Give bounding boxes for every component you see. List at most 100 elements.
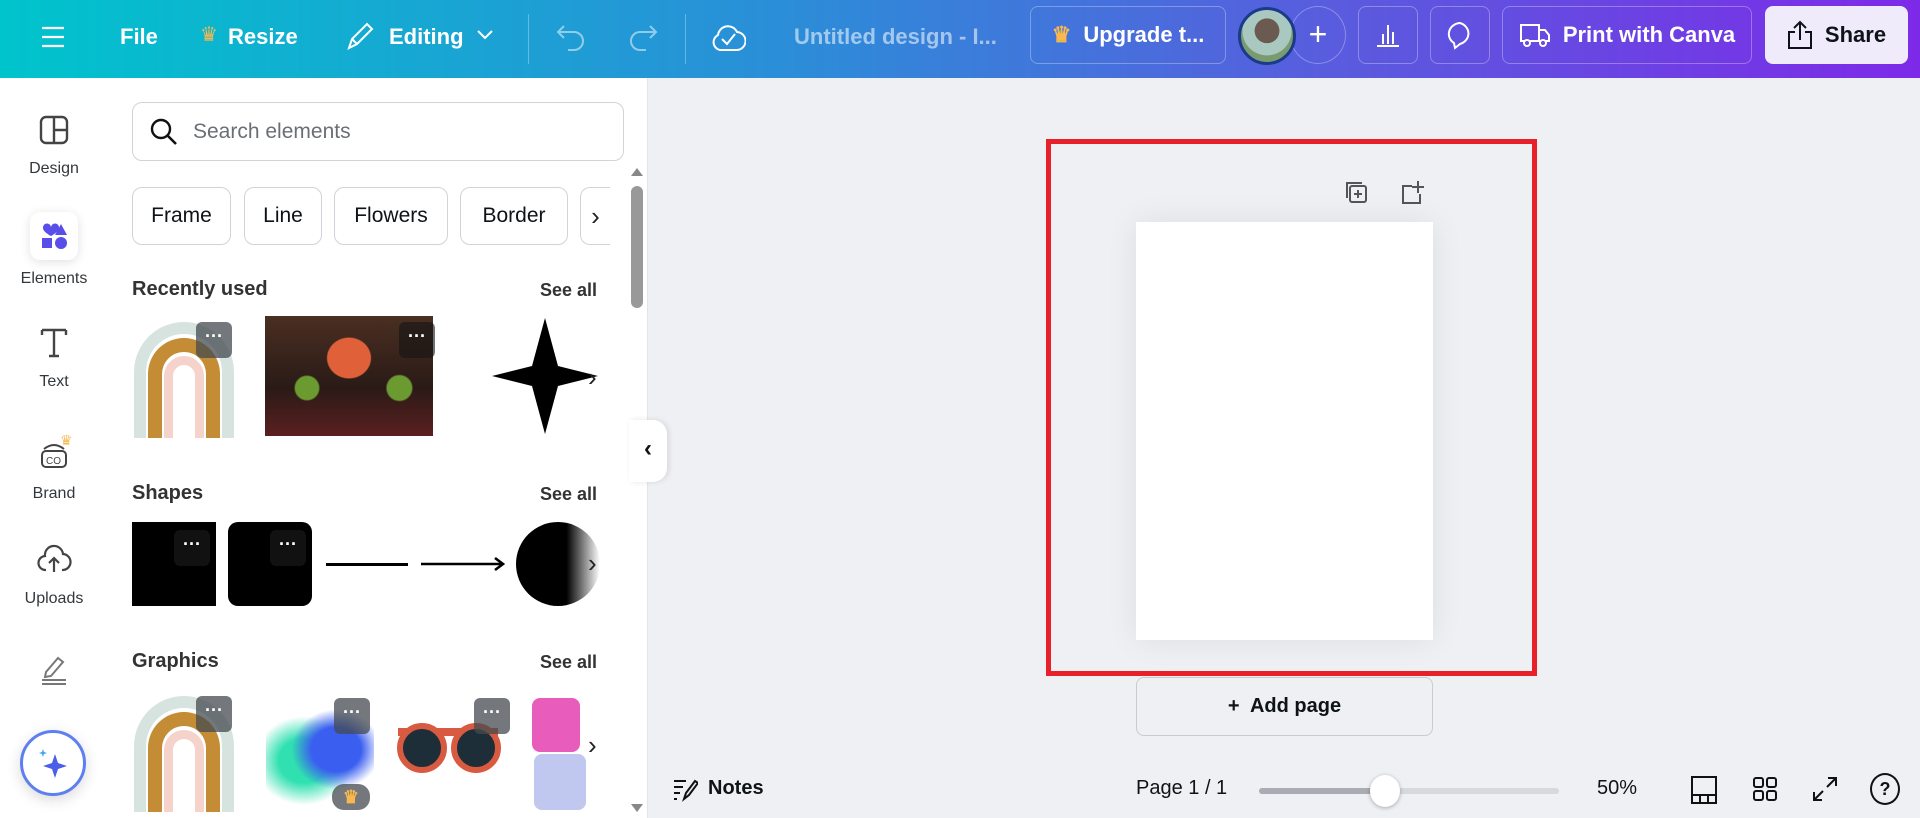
graphics-next-arrow[interactable]: › [588,730,597,761]
elements-panel: Search elements Frame Line Flowers Borde… [108,78,648,818]
fullscreen-icon[interactable] [1812,776,1838,802]
rainbow-graphic[interactable]: ··· [132,692,236,812]
comments-button[interactable] [1430,6,1490,64]
more-options-button[interactable]: ··· [270,530,306,566]
share-label: Share [1824,22,1887,47]
collapse-panel-button[interactable]: ‹ [629,420,667,482]
shapes-icon [30,212,78,260]
section-title: Recently used [132,278,268,300]
notes-button[interactable]: Notes [708,777,764,800]
see-all-link[interactable]: See all [540,484,597,505]
search-placeholder: Search elements [193,119,351,143]
zoom-slider-thumb[interactable] [1370,775,1400,807]
see-all-link[interactable]: See all [540,280,597,301]
design-page[interactable] [1136,222,1433,640]
watercolor-graphic[interactable]: ··· ♛ [266,698,374,812]
spiderman-photo[interactable]: ··· [265,316,435,436]
layout-icon [39,115,69,145]
arrow-line-shape[interactable] [420,556,506,572]
section-title: Graphics [132,650,219,672]
more-options-button[interactable]: ··· [334,698,370,734]
resize-button[interactable]: Resize [228,24,298,50]
star-shape[interactable] [488,316,598,436]
crown-icon: ♛ [1051,22,1072,47]
redo-icon[interactable] [626,22,658,52]
chip-line[interactable]: Line [244,187,322,245]
magic-assistant-button[interactable] [20,730,86,796]
chips-next-arrow[interactable]: › [580,187,610,245]
scrollbar[interactable] [630,168,644,814]
more-options-button[interactable]: ··· [474,698,510,734]
add-page-icon[interactable] [1400,180,1426,206]
editing-mode-button[interactable]: Editing [389,24,464,50]
menu-icon[interactable] [40,26,66,48]
chip-border[interactable]: Border [460,187,568,245]
page-indicator[interactable]: Page 1 / 1 [1136,777,1227,800]
rounded-square-shape[interactable]: ··· [228,522,312,606]
rail-label: Uploads [24,590,84,607]
puzzle-graphic[interactable] [532,698,580,752]
rail-label: Elements [20,270,88,287]
cloud-saved-icon[interactable] [710,20,746,54]
add-page-button[interactable]: + Add page [1136,677,1433,736]
zoom-level[interactable]: 50% [1597,777,1637,800]
search-input[interactable]: Search elements [132,102,624,161]
chip-frame[interactable]: Frame [132,187,231,245]
side-rail: Design Elements Text CO ♛ Brand Uploads [0,78,108,818]
rail-design[interactable]: Design [0,108,108,178]
rainbow-graphic[interactable]: ··· [132,318,236,438]
svg-text:CO: CO [46,456,61,467]
recent-next-arrow[interactable]: › [588,362,597,393]
rail-label: Design [29,160,79,177]
invite-button[interactable]: + [1290,6,1346,64]
upgrade-label: Upgrade t... [1083,22,1205,47]
more-options-button[interactable]: ··· [399,322,435,358]
rail-brand[interactable]: CO ♛ Brand [0,433,108,503]
section-title: Shapes [132,482,204,504]
comment-icon [1447,21,1470,50]
line-shape[interactable] [326,563,408,566]
sparkle-icon [39,749,67,778]
design-title[interactable]: Untitled design - I... [794,24,997,50]
scroll-down-arrow[interactable] [631,804,643,812]
upgrade-button[interactable]: ♛ Upgrade t... [1030,6,1226,64]
square-shape[interactable]: ··· [132,522,216,606]
avatar[interactable] [1238,7,1296,65]
file-menu[interactable]: File [120,24,158,50]
svg-text:♛: ♛ [60,433,73,448]
divider [528,14,529,64]
draw-icon[interactable] [34,648,74,688]
top-bar: File ♛ Resize Editing Untitled design - … [0,0,1920,78]
more-options-button[interactable]: ··· [196,696,232,732]
chevron-down-icon[interactable] [476,29,494,41]
rail-uploads[interactable]: Uploads [0,538,108,608]
help-button[interactable]: ? [1870,773,1900,805]
rail-text[interactable]: Text [0,321,108,391]
text-icon [40,328,68,358]
more-options-button[interactable]: ··· [174,530,210,566]
rail-elements[interactable]: Elements [0,212,108,288]
share-icon [1787,20,1812,49]
duplicate-page-icon[interactable] [1344,180,1370,206]
scrollbar-thumb[interactable] [631,186,643,308]
grid-view-icon[interactable] [1752,776,1778,802]
puzzle-graphic-part [534,754,586,810]
print-with-canva-button[interactable]: Print with Canva [1502,6,1752,64]
more-options-button[interactable]: ··· [196,322,232,358]
crown-icon: ♛ [200,24,218,46]
scroll-up-arrow[interactable] [631,168,643,176]
rail-label: Brand [32,485,76,502]
upload-cloud-icon [37,544,72,572]
undo-icon[interactable] [556,22,588,52]
see-all-link[interactable]: See all [540,652,597,673]
chip-flowers[interactable]: Flowers [334,187,448,245]
bar-chart-icon [1377,25,1399,47]
shapes-next-arrow[interactable]: › [588,548,597,579]
brand-icon: CO ♛ [41,433,73,468]
share-button[interactable]: Share [1765,6,1908,64]
page-view-icon[interactable] [1690,775,1718,805]
divider [685,14,686,64]
insights-button[interactable] [1358,6,1418,64]
zoom-slider[interactable] [1259,775,1559,807]
rail-label: Text [39,373,69,390]
